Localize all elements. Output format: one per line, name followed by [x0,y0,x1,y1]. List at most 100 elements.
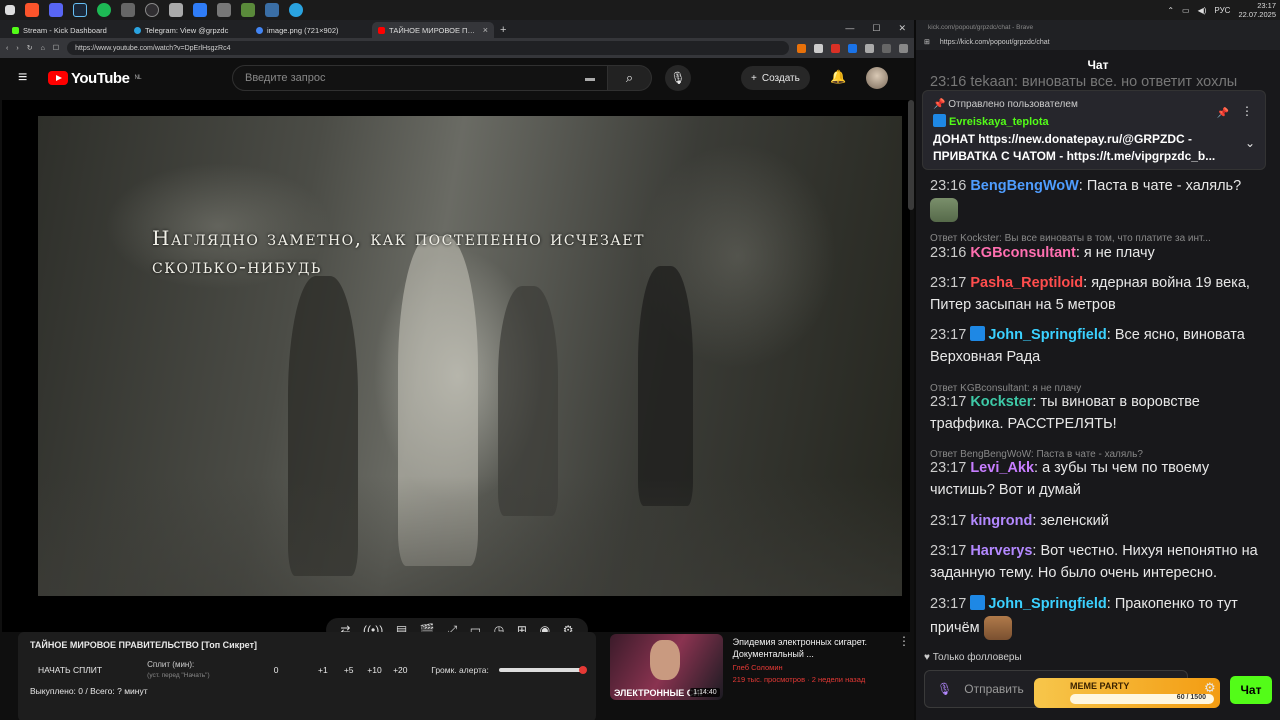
steam-icon[interactable] [73,3,87,17]
chat-message[interactable]: 23:17 Kockster: ты виноват в воровстве т… [930,392,1270,435]
video-frame[interactable] [38,116,902,596]
extension-icon[interactable] [848,43,857,53]
create-button[interactable]: + Создать [741,66,810,90]
app-icon[interactable] [121,3,135,17]
keyboard-icon[interactable]: ▬ [585,73,595,84]
tab-telegram[interactable]: Telegram: View @grpzdc [128,22,250,38]
menu-icon[interactable] [899,43,908,53]
extension-icon[interactable] [797,43,806,53]
message-username[interactable]: John_Springfield [988,327,1106,343]
recommended-video[interactable]: ЭЛЕКТРОННЫЕ СИГ 1:14:40 Эпидемия электро… [610,634,910,720]
meme-party-widget: MEME PARTY 60 / 1500 [1034,678,1220,708]
clock[interactable]: 23:17 22.07.2025 [1238,1,1276,19]
tab-kick-dashboard[interactable]: Stream - Kick Dashboard [6,22,128,38]
extension-icon[interactable] [814,43,823,53]
keyboard-language[interactable]: РУС [1214,6,1230,15]
message-username[interactable]: BengBengWoW [970,178,1078,194]
bookmark-icon[interactable]: ☐ [53,44,59,52]
pinned-text[interactable]: ДОНАТ https://new.donatepay.ru/@GRPZDC - [933,131,1255,148]
volume-icon[interactable]: ◀) [1198,6,1207,15]
home-icon[interactable]: ⌂ [41,45,45,52]
increment-button[interactable]: +1 [310,665,336,675]
chat-message[interactable]: 23:17 John_Springfield: Пракопенко то ту… [930,594,1270,640]
video-player[interactable]: Наглядно заметно, как постепенно исчезае… [2,100,910,632]
brave-icon[interactable] [25,3,39,17]
hamburger-menu-icon[interactable]: ≡ [18,69,48,87]
message-username[interactable]: Levi_Akk [970,460,1034,476]
chat-url[interactable]: https://kick.com/popout/grpzdc/chat [940,39,1050,46]
message-time: 23:16 [930,245,967,261]
chat-message[interactable]: 23:17 Harverys: Вот честно. Нихуя непоня… [930,541,1270,584]
app-icon[interactable] [241,3,255,17]
pinned-label-text: Отправлено пользователем [948,99,1078,110]
start-split-button[interactable]: НАЧАТЬ СПЛИТ [38,665,147,675]
telegram-icon[interactable] [289,3,303,17]
message-username[interactable]: kingrond [970,513,1032,529]
chat-message[interactable]: 23:17 John_Springfield: Все ясно, винова… [930,325,1270,368]
page-info-icon[interactable]: ⊞ [924,38,930,46]
message-username[interactable]: KGBconsultant [970,245,1076,261]
bell-icon[interactable]: 🔔 [830,69,846,85]
channel-name[interactable]: Глеб Соломин [733,662,888,674]
chevron-up-icon[interactable]: ⌃ [1167,6,1174,15]
search-input[interactable]: Введите запрос ▬ [232,65,608,91]
settings-icon[interactable]: ⚙ [1204,680,1216,696]
url-input[interactable]: https://www.youtube.com/watch?v=DpErlHsg… [67,41,789,55]
video-thumbnail[interactable]: ЭЛЕКТРОННЫЕ СИГ 1:14:40 [610,634,723,700]
message-username[interactable]: Pasha_Reptiloid [970,275,1083,291]
new-tab-button[interactable]: + [494,24,512,38]
minimize-icon[interactable]: — [845,23,854,34]
extension-icon[interactable] [865,43,874,53]
youtube-logo[interactable]: YouTube NL [48,70,142,87]
network-icon[interactable]: ▭ [1182,6,1190,15]
app-icon[interactable] [265,3,279,17]
extension-icon[interactable] [831,43,840,53]
close-icon[interactable]: × [483,25,488,35]
message-username[interactable]: Kockster [970,394,1032,410]
windows-start-icon[interactable] [5,5,15,15]
extension-icon[interactable] [882,43,891,53]
more-options-icon[interactable]: ⋮ [1241,103,1253,120]
chevron-down-icon[interactable]: ⌄ [1245,135,1255,152]
app-icon[interactable] [193,3,207,17]
app-icon[interactable] [169,3,183,17]
discord-icon[interactable] [49,3,63,17]
obs-icon[interactable] [145,3,159,17]
pinned-text[interactable]: ПРИВАТКА С ЧАТОМ - https://t.me/vipgrpzd… [933,148,1255,165]
chat-message[interactable]: 23:17 kingrond: зеленский [930,511,1270,533]
message-username[interactable]: Harverys [970,543,1032,559]
spotify-icon[interactable] [97,3,111,17]
increment-button[interactable]: +20 [387,665,413,675]
tab-youtube[interactable]: ТАЙНОЕ МИРОВОЕ ПРАВИТЕ... × [372,22,494,38]
reload-icon[interactable]: ↻ [27,44,33,52]
chat-message[interactable]: 23:17 Pasha_Reptiloid: ядерная война 19 … [930,273,1270,316]
recommended-title[interactable]: Эпидемия электронных сигарет. Документал… [733,636,888,660]
more-options-icon[interactable]: ⋮ [898,634,910,720]
microphone-icon[interactable]: 🎙 [937,682,952,696]
pin-icon[interactable]: 📌 [1217,105,1229,122]
back-icon[interactable]: ‹ [6,45,8,52]
region-code: NL [134,75,142,81]
search-bar: Введите запрос ▬ ⌕ [232,65,652,91]
increment-button[interactable]: +5 [336,665,362,675]
search-button[interactable]: ⌕ [608,65,652,91]
chat-message[interactable]: 23:16 KGBconsultant: я не плачу [930,243,1270,265]
maximize-icon[interactable]: ☐ [872,23,880,34]
send-chat-button[interactable]: Чат [1230,676,1272,704]
close-icon[interactable]: ✕ [898,23,906,34]
tab-image[interactable]: image.png (721×902) [250,22,372,38]
increment-button[interactable]: +10 [362,665,388,675]
forward-icon[interactable]: › [16,45,18,52]
app-icon[interactable] [217,3,231,17]
clock-time: 23:17 [1257,1,1276,10]
voice-search-button[interactable]: 🎙 [665,65,691,91]
alert-volume-slider[interactable] [498,666,588,674]
chat-message[interactable]: 23:17 Levi_Akk: а зубы ты чем по твоему … [930,458,1270,501]
page-scrollbar[interactable] [908,100,914,210]
chat-message[interactable]: 23:16 BengBengWoW: Паста в чате - халяль… [930,176,1270,222]
message-username[interactable]: John_Springfield [988,596,1106,612]
avatar[interactable] [866,67,888,89]
pinned-username[interactable]: Evreiskaya_teplota [949,116,1049,128]
pinned-message[interactable]: 📌 Отправлено пользователем Evreiskaya_te… [922,90,1266,170]
telegram-icon [134,26,141,34]
